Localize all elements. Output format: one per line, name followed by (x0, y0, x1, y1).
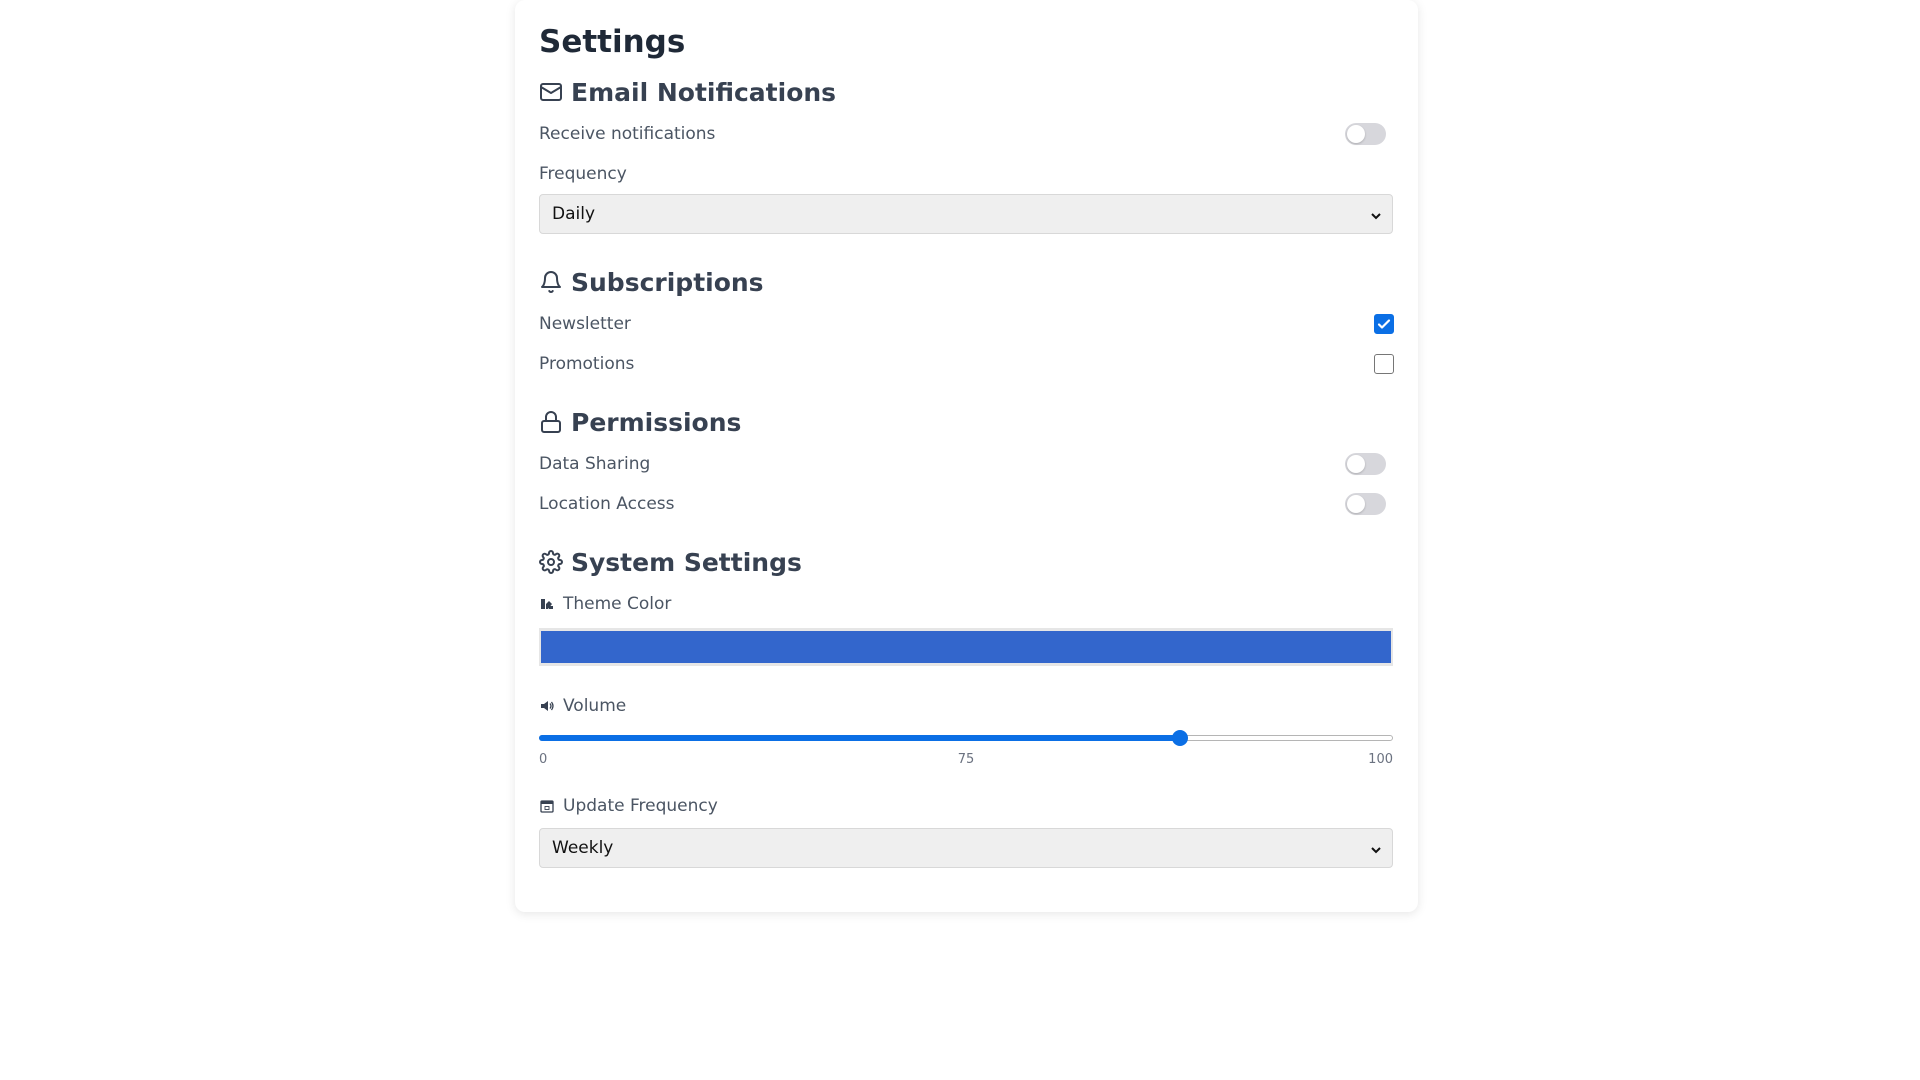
update-frequency-label-row: Update Frequency (539, 794, 1394, 818)
frequency-row: Frequency (539, 154, 1394, 194)
data-sharing-row: Data Sharing (539, 444, 1394, 484)
volume-slider-fill (539, 735, 1180, 741)
section-title-system: System Settings (539, 544, 1394, 580)
promotions-row: Promotions (539, 344, 1394, 384)
newsletter-checkbox[interactable] (1374, 314, 1394, 334)
section-title-permissions: Permissions (539, 404, 1394, 440)
update-frequency-select-value: Weekly (552, 838, 614, 858)
receive-notifications-toggle[interactable] (1345, 123, 1386, 145)
lock-icon (539, 410, 563, 434)
section-title-permissions-text: Permissions (571, 407, 742, 437)
section-title-subscriptions: Subscriptions (539, 264, 1394, 300)
location-access-label: Location Access (539, 494, 675, 514)
toggle-knob (1347, 495, 1365, 513)
theme-color-label-row: Theme Color (539, 592, 1394, 616)
frequency-label: Frequency (539, 164, 627, 184)
volume-slider-thumb[interactable] (1171, 730, 1188, 746)
section-title-subscriptions-text: Subscriptions (571, 267, 764, 297)
promotions-label: Promotions (539, 354, 635, 374)
volume-max-label: 100 (1368, 752, 1393, 767)
check-icon (1377, 319, 1391, 329)
frequency-select-value: Daily (552, 204, 596, 224)
speaker-icon (539, 698, 555, 714)
volume-slider[interactable] (539, 728, 1393, 748)
bell-icon (539, 270, 563, 294)
gear-icon (539, 550, 563, 574)
data-sharing-toggle[interactable] (1345, 453, 1386, 475)
volume-value-label: 75 (957, 752, 975, 767)
receive-notifications-row: Receive notifications (539, 114, 1394, 154)
receive-notifications-label: Receive notifications (539, 124, 716, 144)
update-frequency-label: Update Frequency (563, 796, 718, 816)
update-frequency-select[interactable]: Weekly (539, 828, 1393, 868)
toggle-knob (1347, 455, 1365, 473)
promotions-checkbox[interactable] (1374, 354, 1394, 374)
envelope-icon (539, 80, 563, 104)
section-title-system-text: System Settings (571, 547, 802, 577)
frequency-select[interactable]: Daily (539, 194, 1393, 234)
chevron-down-icon (1370, 841, 1382, 854)
data-sharing-label: Data Sharing (539, 454, 651, 474)
newsletter-label: Newsletter (539, 314, 631, 334)
toggle-knob (1347, 125, 1365, 143)
section-title-email: Email Notifications (539, 74, 1394, 110)
volume-min-label: 0 (539, 752, 548, 767)
palette-icon (539, 596, 555, 612)
settings-card: Settings Email Notifications Receive not… (515, 0, 1418, 912)
location-access-row: Location Access (539, 484, 1394, 524)
volume-label-row: Volume (539, 694, 1394, 718)
volume-label: Volume (563, 696, 627, 716)
calendar-icon (539, 798, 555, 814)
chevron-down-icon (1370, 207, 1382, 220)
volume-scale: 0 75 100 (539, 752, 1393, 770)
section-title-email-text: Email Notifications (571, 77, 837, 107)
page-title: Settings (539, 24, 686, 60)
theme-color-picker[interactable] (539, 628, 1393, 666)
newsletter-row: Newsletter (539, 304, 1394, 344)
theme-color-label: Theme Color (563, 594, 672, 614)
location-access-toggle[interactable] (1345, 493, 1386, 515)
